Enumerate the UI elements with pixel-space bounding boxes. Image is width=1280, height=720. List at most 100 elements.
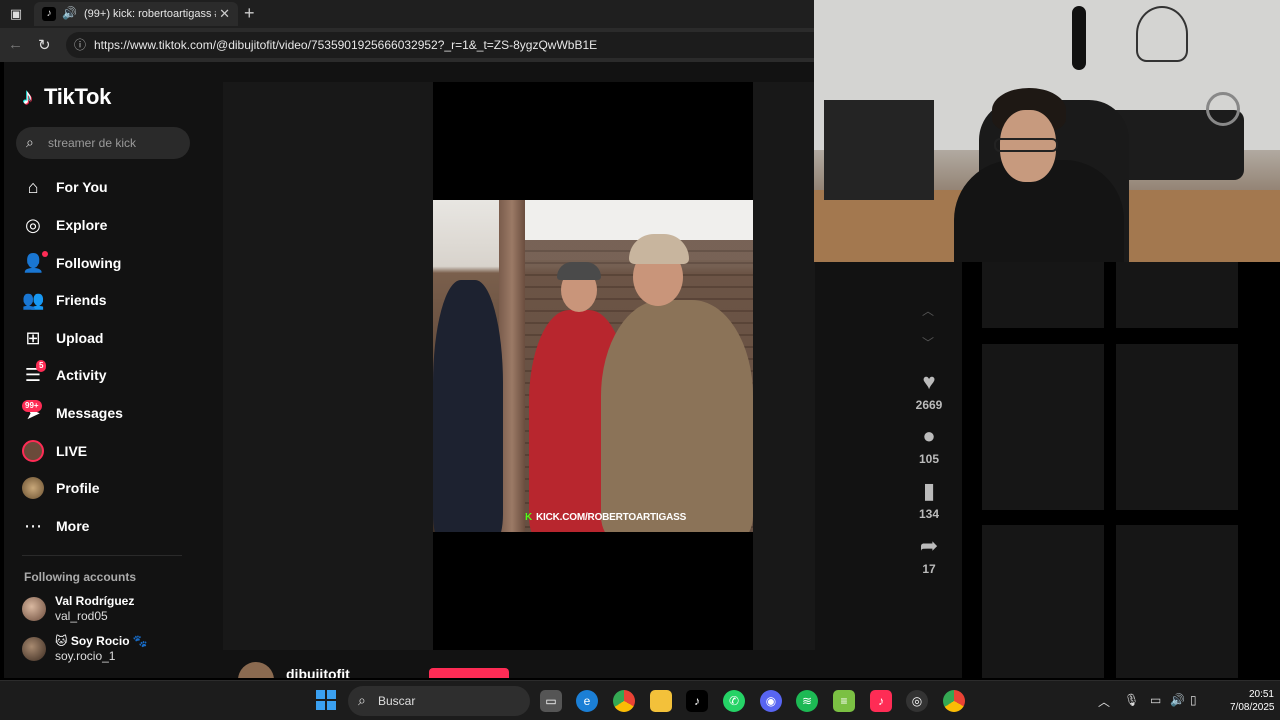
file-explorer-icon[interactable] xyxy=(650,690,672,712)
tiktok-logo[interactable]: ♪ TikTok xyxy=(22,84,111,110)
task-view-icon[interactable]: ▭ xyxy=(540,690,562,712)
sidebar-item-label: Friends xyxy=(56,292,107,308)
share-count: 17 xyxy=(922,562,936,576)
search-input[interactable] xyxy=(48,133,184,153)
sidebar-item-upload[interactable]: ⊞ Upload xyxy=(20,323,190,353)
clock-time: 20:51 xyxy=(1248,689,1274,700)
tiktok-app-icon[interactable]: ♪ xyxy=(686,690,708,712)
search-icon: ⌕ xyxy=(358,692,366,708)
battery-icon[interactable]: ▯ xyxy=(1190,693,1197,707)
sidebar-item-live[interactable]: LIVE xyxy=(20,436,190,466)
tiktok-live-studio-icon[interactable]: ♪ xyxy=(870,690,892,712)
avatar xyxy=(22,597,46,621)
webcam-overlay xyxy=(814,0,1280,262)
sidebar-item-following[interactable]: 👤 Following xyxy=(20,248,190,278)
chevron-up-icon[interactable]: ︿ xyxy=(922,302,934,319)
like-button[interactable]: ♥ 2669 xyxy=(904,369,954,413)
share-icon: ➦ xyxy=(919,533,939,558)
tab-title: (99+) kick: robertoartigass #... xyxy=(84,8,216,20)
webcam-skateboard xyxy=(1072,6,1086,70)
following-accounts-title: Following accounts xyxy=(24,570,137,584)
chrome-profile-icon[interactable] xyxy=(943,690,965,712)
close-tab-icon[interactable]: ✕ xyxy=(219,6,230,22)
sidebar-item-messages[interactable]: ➤ 99+ Messages xyxy=(20,398,190,428)
grid-cell[interactable] xyxy=(982,344,1104,510)
sidebar: ♪ TikTok ⌕ ⌂ For You ◎ Explore 👤 Followin… xyxy=(4,62,204,678)
save-count: 134 xyxy=(918,507,940,521)
more-dots-icon: ⋯ xyxy=(24,516,42,536)
url-field[interactable]: ⓘ https://www.tiktok.com/@dibujitofit/vi… xyxy=(66,32,814,58)
windows-taskbar: ⌕ Buscar ▭ e ♪ ✆ ◉ ≋ ≡ ♪ ◎ ︿ 🎙 ▭ 🔊 ▯ 20:… xyxy=(0,680,1280,720)
following-account[interactable]: 🐱 Soy Rocio 🐾 soy.rocio_1 xyxy=(22,634,192,666)
grid-cell[interactable] xyxy=(1116,525,1238,678)
microphone-icon[interactable]: 🎙 xyxy=(1124,693,1139,707)
grid-cell[interactable] xyxy=(1116,344,1238,510)
avatar xyxy=(238,662,274,678)
sidebar-item-label: Explore xyxy=(56,217,108,233)
sidebar-item-more[interactable]: ⋯ More xyxy=(20,511,190,541)
messages-badge: 99+ xyxy=(22,400,42,412)
whatsapp-icon[interactable]: ✆ xyxy=(723,690,745,712)
sidebar-item-for-you[interactable]: ⌂ For You xyxy=(20,172,190,202)
new-tab-button[interactable]: + xyxy=(244,3,255,24)
sidebar-item-activity[interactable]: ☰ 5 Activity xyxy=(20,360,190,390)
webcam-shelf xyxy=(824,100,934,200)
webcam-person-glasses xyxy=(994,138,1058,152)
network-icon[interactable]: ▭ xyxy=(1150,693,1161,707)
taskbar-search[interactable]: ⌕ Buscar xyxy=(348,686,530,716)
grid-cell[interactable] xyxy=(982,525,1104,678)
sidebar-item-label: For You xyxy=(56,179,108,195)
edge-icon[interactable]: e xyxy=(576,690,598,712)
webcam-fan xyxy=(1206,92,1240,126)
speaker-icon[interactable]: 🔊 xyxy=(62,6,77,20)
windows-start-icon[interactable] xyxy=(316,690,336,710)
sidebar-item-label: LIVE xyxy=(56,443,88,459)
video-person-left xyxy=(433,280,503,532)
following-account[interactable]: Val Rodríguez val_rod05 xyxy=(22,594,192,626)
video-blur-left xyxy=(223,82,433,650)
obs-icon[interactable]: ◎ xyxy=(906,690,928,712)
save-button[interactable]: ▮ 134 xyxy=(904,479,954,522)
video-player[interactable]: K KICK.COM/ROBERTOARTIGASS xyxy=(433,82,753,650)
grid-cell[interactable] xyxy=(1116,262,1238,328)
activity-badge: 5 xyxy=(36,360,47,372)
spotify-icon[interactable]: ≋ xyxy=(796,690,818,712)
author-name: dibujitofit xyxy=(286,666,350,678)
reload-icon[interactable]: ↻ xyxy=(38,36,51,54)
chevron-down-icon[interactable]: ﹀ xyxy=(922,334,934,351)
follow-button[interactable] xyxy=(429,668,509,678)
volume-icon[interactable]: 🔊 xyxy=(1170,693,1185,707)
tray-overflow-icon[interactable]: ︿ xyxy=(1098,693,1110,710)
system-clock[interactable]: 20:51 7/08/2025 xyxy=(1230,688,1275,714)
avatar xyxy=(22,637,46,661)
video-person-beige-hoodie xyxy=(601,300,753,532)
grid-cell[interactable] xyxy=(982,262,1104,328)
compass-icon: ◎ xyxy=(25,215,41,235)
search-box[interactable]: ⌕ xyxy=(16,127,190,159)
share-button[interactable]: ➦ 17 xyxy=(904,533,954,577)
stacked-app-icon[interactable]: ≡ xyxy=(833,690,855,712)
sidebar-item-explore[interactable]: ◎ Explore xyxy=(20,210,190,240)
site-info-icon[interactable]: ⓘ xyxy=(74,32,86,58)
video-frame: K KICK.COM/ROBERTOARTIGASS xyxy=(433,200,753,532)
back-arrow-icon[interactable]: ← xyxy=(8,36,23,53)
discord-icon[interactable]: ◉ xyxy=(760,690,782,712)
like-count: 2669 xyxy=(915,398,943,412)
comment-icon: ● xyxy=(922,423,936,448)
address-bar-row: ← ↻ ⓘ https://www.tiktok.com/@dibujitofi… xyxy=(0,28,814,62)
sidebar-item-friends[interactable]: 👥 Friends xyxy=(20,285,190,315)
comment-button[interactable]: ● 105 xyxy=(904,423,954,467)
user-follow-icon: 👤 xyxy=(22,253,45,273)
clock-date: 7/08/2025 xyxy=(1230,702,1275,713)
sidebar-item-label: Activity xyxy=(56,367,107,383)
chrome-icon[interactable] xyxy=(613,690,635,712)
heart-icon: ♥ xyxy=(922,369,936,394)
tab-actions-icon[interactable]: ▣ xyxy=(8,6,24,22)
plus-square-icon: ⊞ xyxy=(25,328,41,348)
sidebar-item-profile[interactable]: Profile xyxy=(20,473,190,503)
browser-tab-bar: ▣ ♪ 🔊 (99+) kick: robertoartigass #... ✕… xyxy=(0,0,814,28)
sidebar-item-label: Profile xyxy=(56,480,100,496)
logo-text: TikTok xyxy=(44,84,112,109)
browser-tab[interactable]: ♪ 🔊 (99+) kick: robertoartigass #... ✕ xyxy=(34,2,238,26)
kick-watermark: K KICK.COM/ROBERTOARTIGASS xyxy=(525,512,686,523)
